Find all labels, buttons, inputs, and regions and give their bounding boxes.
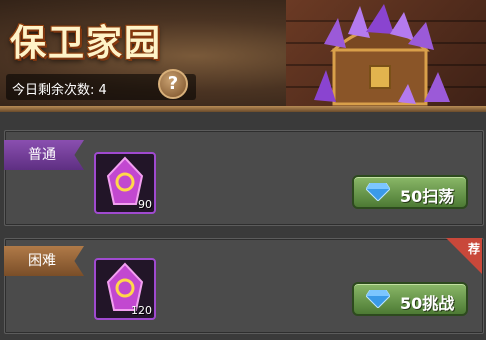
banner-bottom-border xyxy=(0,106,486,112)
reward-item-slot[interactable]: 120 xyxy=(94,258,156,320)
reward-item-slot[interactable]: 90 xyxy=(94,152,156,214)
sweep-button-label: 50扫荡 xyxy=(400,187,455,206)
banner: 保卫家园 今日剩余次数: 4 ? xyxy=(0,0,486,112)
treasure-chest-icon xyxy=(314,4,450,106)
diamond-icon xyxy=(366,183,390,201)
item-count: 120 xyxy=(131,304,152,317)
difficulty-tag-hard: 困难 xyxy=(4,246,84,276)
diamond-icon xyxy=(366,290,390,308)
challenge-button[interactable]: 50挑战 xyxy=(352,282,468,316)
recommended-badge-label: 荐 xyxy=(467,242,480,256)
sweep-button[interactable]: 50扫荡 xyxy=(352,175,468,209)
help-button[interactable]: ? xyxy=(158,69,188,99)
remaining-attempts-label: 今日剩余次数: 4 xyxy=(12,83,107,98)
challenge-button-label: 50挑战 xyxy=(400,294,455,313)
game-mode-title: 保卫家园 xyxy=(10,22,163,64)
item-count: 90 xyxy=(138,198,152,211)
difficulty-tag-normal: 普通 xyxy=(4,140,84,170)
